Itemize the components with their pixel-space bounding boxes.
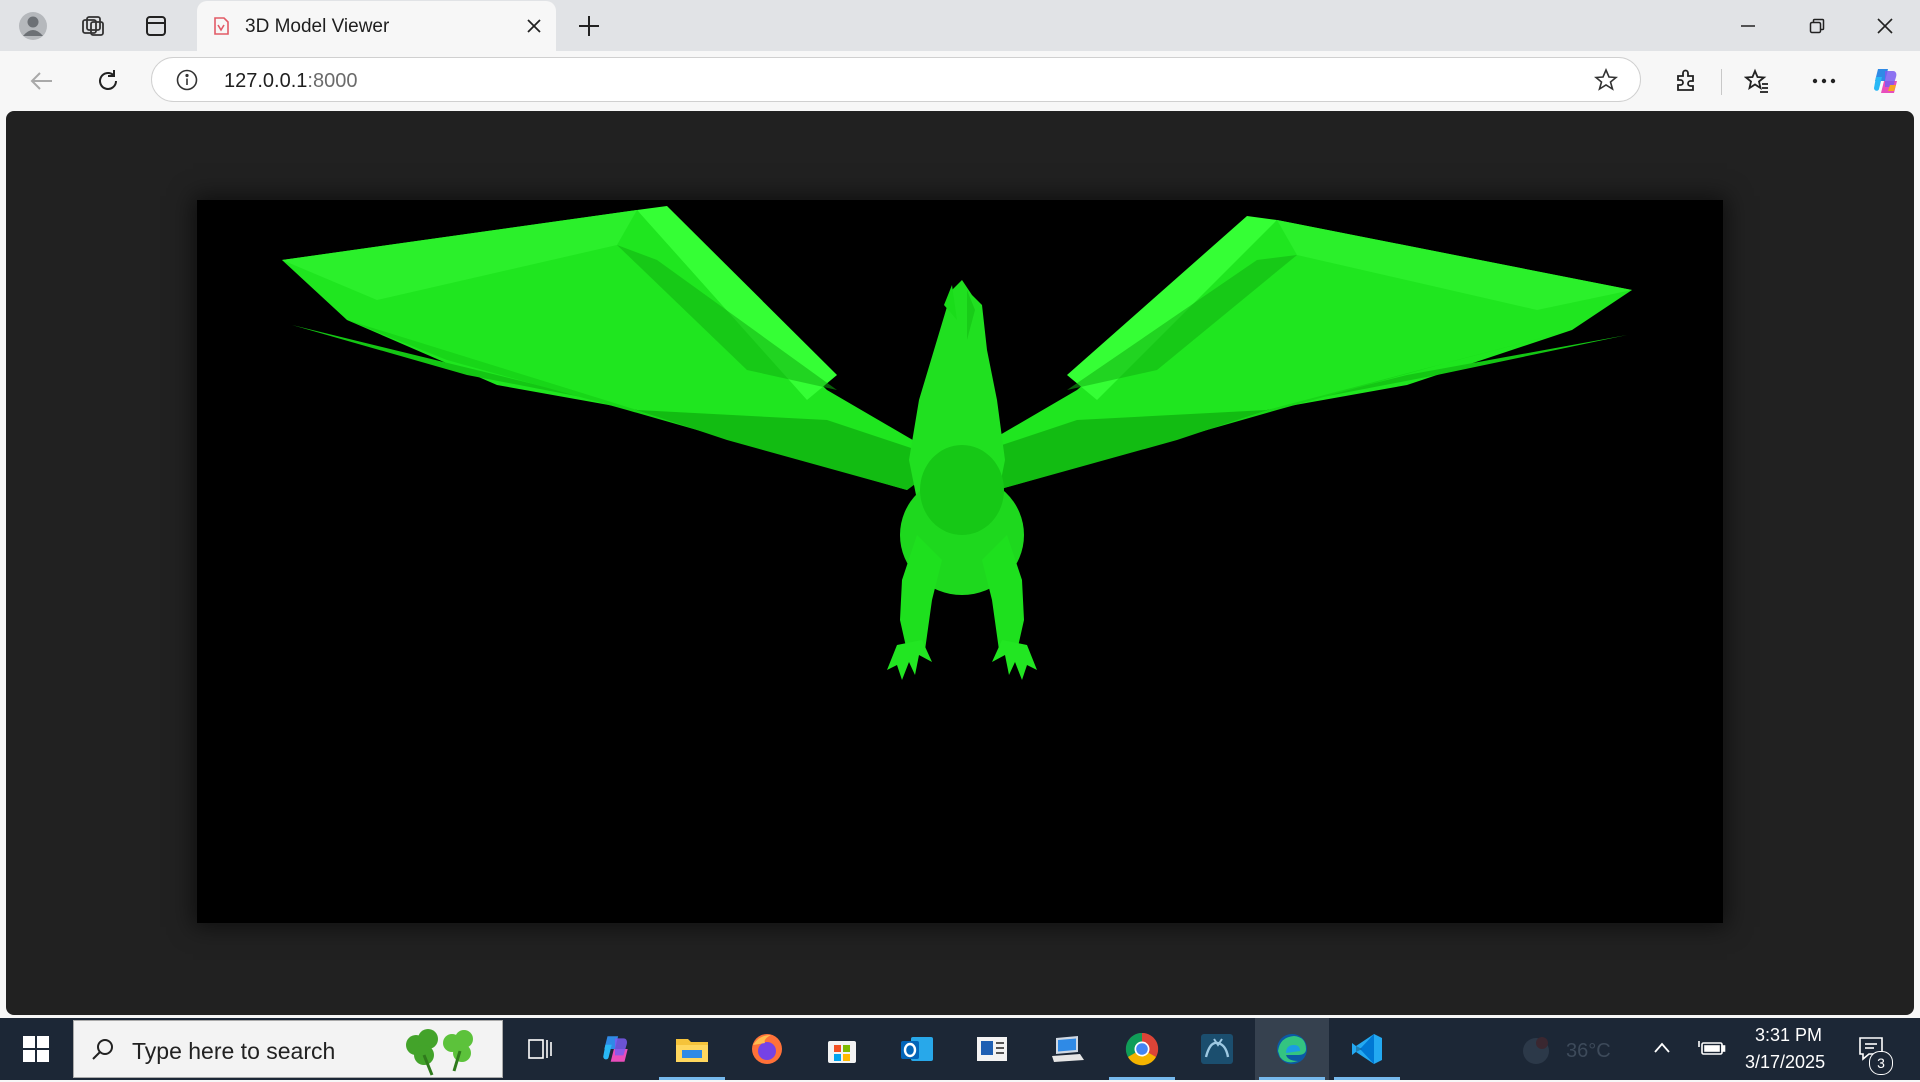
- search-icon: [90, 1036, 116, 1067]
- toolbar-separator: [1721, 69, 1722, 95]
- outlook-icon[interactable]: [880, 1018, 954, 1080]
- extensions-icon[interactable]: [1668, 63, 1704, 99]
- browser-toolbar: 127.0.0.1:8000: [0, 51, 1920, 110]
- copilot-taskbar-icon[interactable]: [579, 1018, 653, 1080]
- remote-desktop-icon[interactable]: [1030, 1018, 1104, 1080]
- task-view-icon[interactable]: [504, 1018, 578, 1080]
- minimize-button[interactable]: [1713, 0, 1783, 51]
- copilot-icon[interactable]: [1868, 63, 1904, 99]
- more-options-icon[interactable]: [1806, 63, 1842, 99]
- favorites-icon[interactable]: [1739, 63, 1775, 99]
- chrome-icon[interactable]: [1105, 1018, 1179, 1080]
- clock-date[interactable]: 3/17/2025: [1745, 1052, 1825, 1073]
- microsoft-store-icon[interactable]: [805, 1018, 879, 1080]
- chevron-up-icon[interactable]: [1652, 1038, 1672, 1063]
- taskbar-search-box[interactable]: Type here to search: [73, 1020, 503, 1078]
- new-tab-button[interactable]: [574, 11, 604, 41]
- mysql-workbench-icon[interactable]: [1180, 1018, 1254, 1080]
- close-tab-icon[interactable]: [522, 14, 546, 38]
- tab-active[interactable]: 3D Model Viewer: [197, 1, 556, 51]
- edge-icon[interactable]: [1255, 1018, 1329, 1080]
- dragon-left-wing: [282, 206, 947, 490]
- tab-strip: 3D Model Viewer: [0, 0, 1920, 51]
- refresh-button[interactable]: [90, 63, 126, 99]
- vscode-icon[interactable]: [1330, 1018, 1404, 1080]
- weather-temperature[interactable]: 36°C: [1566, 1040, 1611, 1063]
- favorite-star-icon[interactable]: [1593, 67, 1619, 97]
- back-button[interactable]: [24, 63, 60, 99]
- url-host: 127.0.0.1: [224, 70, 308, 92]
- taskbar: Type here to search 36°C 3:31 PM 3/17/20…: [0, 1018, 1920, 1080]
- shamrock-icon: [394, 1025, 490, 1082]
- url-port: :8000: [307, 70, 358, 92]
- start-button[interactable]: [0, 1018, 72, 1080]
- vertical-tabs-icon[interactable]: [140, 10, 172, 42]
- page-favicon-icon: [211, 16, 231, 36]
- profile-icon[interactable]: [17, 10, 49, 42]
- workspaces-icon[interactable]: [77, 10, 109, 42]
- address-bar[interactable]: 127.0.0.1:8000: [151, 57, 1641, 102]
- model-canvas[interactable]: [197, 200, 1723, 923]
- notification-badge: 3: [1869, 1051, 1893, 1075]
- url-text[interactable]: 127.0.0.1:8000: [224, 70, 357, 93]
- news-app-icon[interactable]: [955, 1018, 1029, 1080]
- firefox-icon[interactable]: [730, 1018, 804, 1080]
- site-info-icon[interactable]: [176, 69, 198, 96]
- file-explorer-icon[interactable]: [655, 1018, 729, 1080]
- weather-icon[interactable]: [1520, 1033, 1554, 1072]
- restore-button[interactable]: [1782, 0, 1852, 51]
- notification-count: 3: [1877, 1055, 1885, 1071]
- tab-title: 3D Model Viewer: [245, 16, 390, 37]
- dragon-right-wing: [957, 216, 1632, 490]
- page-viewport: [6, 111, 1914, 1015]
- clock-time[interactable]: 3:31 PM: [1755, 1025, 1822, 1046]
- dragon-model: [282, 206, 1632, 680]
- close-window-button[interactable]: [1850, 0, 1920, 51]
- battery-icon[interactable]: [1698, 1038, 1726, 1063]
- search-placeholder: Type here to search: [132, 1038, 336, 1064]
